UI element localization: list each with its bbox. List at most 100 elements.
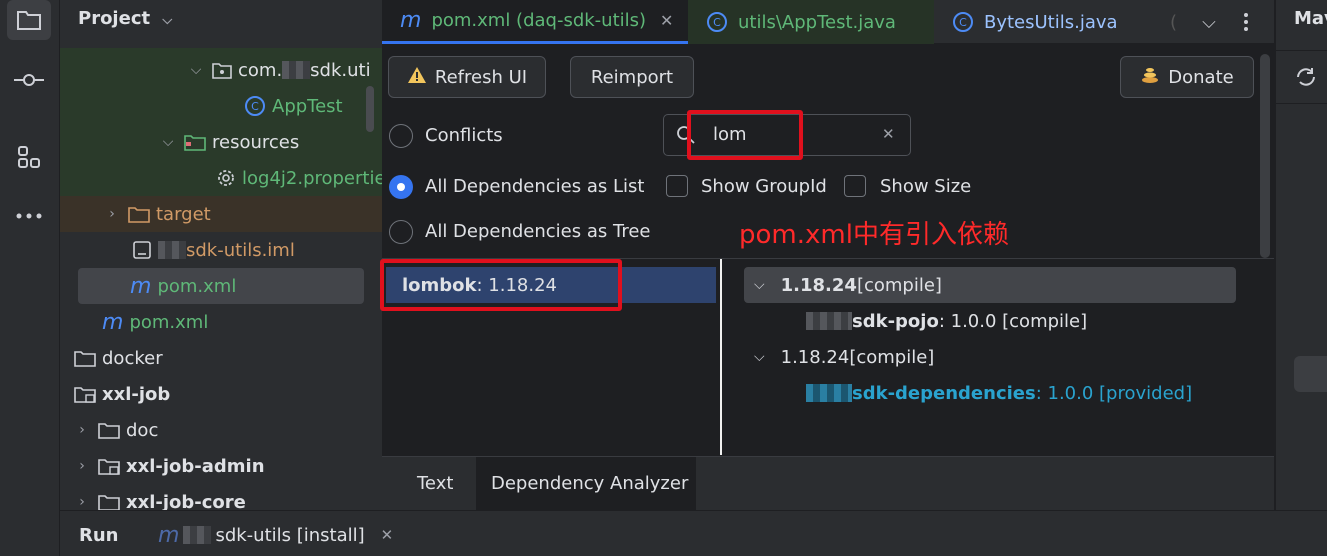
tree-row-package[interactable]: ⌵ com. sdk.uti xyxy=(60,52,382,88)
maven-m-icon: m xyxy=(102,309,124,335)
maven-tree-selection[interactable] xyxy=(1294,356,1327,392)
redacted-blur xyxy=(806,384,852,402)
show-size-label: Show Size xyxy=(880,176,972,197)
show-groupid-checkbox[interactable] xyxy=(666,175,688,197)
java-class-icon: C xyxy=(952,11,974,33)
as-tree-radio[interactable] xyxy=(389,220,413,244)
tab-apptest[interactable]: C utils\AppTest.java xyxy=(688,0,934,44)
tree-node-root-1[interactable]: ⌵ 1.18.24 [compile] xyxy=(744,267,1236,303)
project-tool-button[interactable] xyxy=(7,0,51,40)
clear-icon[interactable]: ✕ xyxy=(882,125,895,143)
maven-m-icon: m xyxy=(130,273,152,299)
tree-label: xxl-job-admin xyxy=(126,455,265,477)
more-horizontal-icon xyxy=(16,213,42,219)
editor-tab-bar: m pom.xml (daq-sdk-utils) ✕ C utils\AppT… xyxy=(382,0,1274,44)
tree-row-doc[interactable]: › doc xyxy=(60,412,382,448)
redacted-blur xyxy=(183,526,212,544)
more-vertical-icon[interactable] xyxy=(1234,0,1258,44)
helper-scrollbar[interactable] xyxy=(1260,54,1270,258)
button-label: Donate xyxy=(1168,66,1234,88)
commit-icon xyxy=(14,73,44,87)
tree-row-target[interactable]: › target xyxy=(60,196,382,232)
module-file-icon xyxy=(132,240,152,260)
run-tool-title[interactable]: Run xyxy=(79,525,119,546)
tree-row-xxl-job-admin[interactable]: › xxl-job-admin xyxy=(60,448,382,484)
tab-label: utils\AppTest.java xyxy=(738,11,896,33)
tree-node-sdk-pojo[interactable]: sdk-pojo : 1.0.0 [compile] xyxy=(806,303,1087,339)
chevron-down-icon: ⌵ xyxy=(754,277,765,293)
reload-icon[interactable] xyxy=(1294,65,1318,94)
highlight-box-lombok xyxy=(380,259,622,311)
conflicts-radio[interactable] xyxy=(389,124,413,148)
tree-scope: [compile] xyxy=(849,346,935,368)
project-panel-header[interactable]: Project ⌵ xyxy=(78,8,172,29)
tree-label: docker xyxy=(102,347,163,369)
tab-text[interactable]: Text xyxy=(417,473,453,494)
module-folder-icon xyxy=(98,493,120,510)
project-scrollbar[interactable] xyxy=(366,86,374,132)
gear-icon xyxy=(216,168,236,188)
redacted-blur xyxy=(158,241,186,259)
tab-label: Dependency Analyzer xyxy=(491,473,689,494)
button-label: Reimport xyxy=(590,66,674,88)
maven-panel-title: Mav xyxy=(1294,8,1327,29)
tree-node-sdk-dependencies[interactable]: sdk-dependencies : 1.0.0 [provided] xyxy=(806,375,1192,411)
chevron-down-icon: ⌵ xyxy=(754,349,765,365)
chevron-right-icon: › xyxy=(79,422,85,438)
tree-row-docker[interactable]: docker xyxy=(60,340,382,376)
folder-icon xyxy=(16,9,42,31)
tab-bytesutils[interactable]: C BytesUtils.java xyxy=(934,0,1164,44)
tree-row-iml[interactable]: sdk-utils.iml xyxy=(60,232,382,268)
maven-m-icon: m xyxy=(400,8,422,33)
tree-row-apptest[interactable]: C AppTest xyxy=(60,88,382,124)
annotation-text: pom.xml中有引入依赖 xyxy=(739,220,1009,250)
as-list-radio[interactable] xyxy=(389,175,413,199)
tree-label: doc xyxy=(126,419,159,441)
tree-row-pom-selected[interactable]: m pom.xml xyxy=(78,268,364,304)
donate-button[interactable]: Donate xyxy=(1120,56,1254,98)
java-class-icon: C xyxy=(706,11,728,33)
tree-row-xxl-job[interactable]: xxl-job xyxy=(60,376,382,412)
module-folder-icon xyxy=(74,385,96,403)
structure-tool-button[interactable] xyxy=(7,137,51,177)
tree-node-root-2[interactable]: ⌵ 1.18.24 [compile] xyxy=(754,339,934,375)
highlight-box-search xyxy=(687,110,803,160)
java-class-icon: C xyxy=(244,95,266,117)
run-tool-bar: Run m sdk-utils [install] ✕ xyxy=(60,510,1327,556)
reimport-button[interactable]: Reimport xyxy=(570,56,694,98)
conflicts-label: Conflicts xyxy=(425,125,503,146)
button-label: Refresh UI xyxy=(434,66,528,88)
tree-artifact: sdk-pojo xyxy=(852,310,939,332)
refresh-ui-button[interactable]: Refresh UI xyxy=(388,56,546,98)
tree-row-resources[interactable]: ⌵ resources xyxy=(60,124,382,160)
tree-label: xxl-job xyxy=(102,383,171,405)
tree-label: pom.xml xyxy=(129,311,209,333)
show-size-checkbox[interactable] xyxy=(844,175,866,197)
tree-row-log4j2[interactable]: log4j2.propertie xyxy=(60,160,382,196)
folder-icon xyxy=(74,349,96,367)
tree-detail: : 1.0.0 [compile] xyxy=(938,310,1088,332)
run-config-tab[interactable]: m sdk-utils [install] ✕ xyxy=(158,521,393,549)
tree-label: xxl-job-core xyxy=(126,491,246,511)
tab-pom-xml[interactable]: m pom.xml (daq-sdk-utils) ✕ xyxy=(382,0,688,44)
close-icon[interactable]: ✕ xyxy=(381,526,394,544)
tree-row-pom[interactable]: m pom.xml xyxy=(60,304,382,340)
tree-label: com. xyxy=(238,59,283,81)
chevron-down-icon[interactable]: ⌵ xyxy=(1196,0,1222,44)
tree-detail: : 1.0.0 [provided] xyxy=(1035,382,1193,404)
tree-version: 1.18.24 xyxy=(780,274,857,296)
tree-label: pom.xml xyxy=(157,275,237,297)
commit-tool-button[interactable] xyxy=(7,60,51,100)
show-groupid-label: Show GroupId xyxy=(701,176,827,197)
tab-dependency-analyzer[interactable]: Dependency Analyzer xyxy=(476,457,696,511)
editor-mode-tabs: Text Dependency Analyzer xyxy=(382,456,1274,511)
tree-row-xxl-job-core[interactable]: › xxl-job-core xyxy=(60,484,382,510)
tree-version: 1.18.24 xyxy=(780,346,850,368)
more-tools-button[interactable] xyxy=(7,196,51,236)
redacted-blur xyxy=(282,61,311,79)
chevron-right-icon: › xyxy=(79,458,85,474)
svg-text:C: C xyxy=(713,16,721,29)
close-icon[interactable]: ✕ xyxy=(660,11,673,30)
tree-scope: [compile] xyxy=(856,274,942,296)
maven-helper-panel: Refresh UI Reimport Donate Conflicts All… xyxy=(380,44,1274,511)
